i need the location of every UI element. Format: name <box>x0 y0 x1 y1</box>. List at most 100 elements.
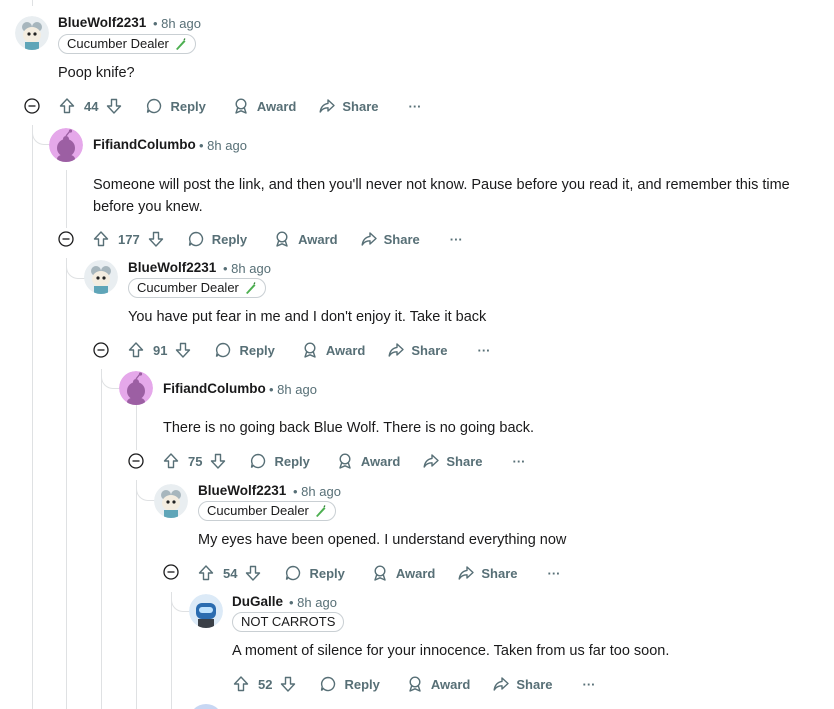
share-button[interactable]: Share <box>422 452 483 470</box>
more-options-icon: ··· <box>408 98 422 114</box>
award-icon <box>339 453 351 469</box>
avatar[interactable] <box>119 371 153 405</box>
award-button[interactable]: Award <box>232 97 296 115</box>
more-options-button[interactable]: ··· <box>450 232 463 247</box>
avatar[interactable] <box>84 260 118 294</box>
reply-button[interactable]: Reply <box>187 230 247 248</box>
more-options-button[interactable]: ··· <box>548 566 561 581</box>
avatar[interactable] <box>189 594 223 628</box>
share-button[interactable]: Share <box>492 675 553 693</box>
user-flair: Cucumber Dealer <box>198 501 336 521</box>
award-label: Award <box>360 453 401 469</box>
award-icon <box>276 231 288 247</box>
avatar[interactable] <box>49 128 83 162</box>
downvote-icon <box>281 676 296 692</box>
avatar[interactable] <box>15 16 49 50</box>
reply-button[interactable]: Reply <box>284 564 345 582</box>
share-button[interactable]: Share <box>387 341 448 359</box>
comment-body: Poop knife? <box>58 65 135 81</box>
username[interactable]: BlueWolf2231 <box>128 260 216 275</box>
share-label: Share <box>481 565 518 581</box>
downvote-button[interactable] <box>174 341 192 359</box>
timestamp[interactable]: • 8h ago <box>269 382 317 397</box>
reply-icon <box>251 453 266 469</box>
award-button[interactable]: Award <box>336 452 401 470</box>
reply-button[interactable]: Reply <box>214 341 275 359</box>
reply-icon <box>286 565 301 581</box>
timestamp[interactable]: • 8h ago <box>289 595 337 610</box>
username[interactable]: BlueWolf2231 <box>58 15 146 30</box>
downvote-button[interactable] <box>105 97 123 115</box>
more-options-icon: ··· <box>582 676 596 692</box>
more-options-button[interactable]: ··· <box>583 677 596 692</box>
share-icon <box>388 343 405 357</box>
thread-rail <box>32 125 33 709</box>
reply-button[interactable]: Reply <box>249 452 310 470</box>
award-icon <box>409 676 421 692</box>
comment-body: There is no going back Blue Wolf. There … <box>163 420 535 436</box>
upvote-button[interactable] <box>162 452 180 470</box>
more-options-button[interactable]: ··· <box>409 99 422 114</box>
downvote-button[interactable] <box>279 675 297 693</box>
reply-label: Reply <box>211 231 248 247</box>
more-options-button[interactable]: ··· <box>478 343 491 358</box>
share-label: Share <box>411 342 448 358</box>
collapse-icon[interactable] <box>58 231 74 247</box>
award-button[interactable]: Award <box>301 341 365 359</box>
downvote-button[interactable] <box>209 452 227 470</box>
avatar[interactable] <box>154 484 188 518</box>
reply-button[interactable]: Reply <box>319 675 380 693</box>
award-button[interactable]: Award <box>371 564 435 582</box>
award-icon <box>235 98 247 114</box>
share-button[interactable]: Share <box>360 230 420 248</box>
collapse-icon[interactable] <box>128 453 144 469</box>
share-icon <box>319 99 336 113</box>
user-flair: Cucumber Dealer <box>58 34 196 54</box>
downvote-icon <box>211 453 226 469</box>
vote-count: 52 <box>258 676 273 692</box>
upvote-icon <box>233 676 249 692</box>
more-options-button[interactable]: ··· <box>513 454 526 469</box>
upvote-icon <box>59 98 75 114</box>
timestamp[interactable]: • 8h ago <box>223 261 271 276</box>
avatar[interactable] <box>189 704 223 709</box>
share-icon <box>493 677 510 691</box>
downvote-button[interactable] <box>147 230 165 248</box>
share-label: Share <box>446 453 483 469</box>
username[interactable]: FifiandColumbo <box>163 381 266 396</box>
upvote-button[interactable] <box>127 341 145 359</box>
username[interactable]: BlueWolf2231 <box>198 483 286 498</box>
reply-icon <box>216 342 231 358</box>
timestamp[interactable]: • 8h ago <box>153 16 201 31</box>
collapse-icon[interactable] <box>163 564 179 580</box>
upvote-button[interactable] <box>92 230 110 248</box>
more-options-icon: ··· <box>449 231 463 247</box>
comment-actions: 44 Reply Award Share ··· <box>58 94 422 118</box>
user-flair: Cucumber Dealer <box>128 278 266 298</box>
award-button[interactable]: Award <box>273 230 338 248</box>
flair-text: Cucumber Dealer <box>67 36 169 51</box>
cucumber-icon <box>245 282 256 294</box>
timestamp[interactable]: • 8h ago <box>293 484 341 499</box>
username[interactable]: DuGalle <box>232 594 283 609</box>
reply-button[interactable]: Reply <box>145 97 206 115</box>
award-label: Award <box>430 676 471 692</box>
collapse-icon[interactable] <box>24 98 40 114</box>
cucumber-icon <box>315 505 326 517</box>
award-button[interactable]: Award <box>406 675 471 693</box>
timestamp[interactable]: • 8h ago <box>199 138 247 153</box>
comment-body: Someone will post the link, and then you… <box>93 177 790 215</box>
flair-text: NOT CARROTS <box>241 614 336 629</box>
username[interactable]: FifiandColumbo <box>93 137 196 152</box>
upvote-button[interactable] <box>58 97 76 115</box>
share-button[interactable]: Share <box>318 97 379 115</box>
upvote-button[interactable] <box>232 675 250 693</box>
vote-count: 75 <box>188 453 203 469</box>
vote-count: 54 <box>223 565 238 581</box>
share-button[interactable]: Share <box>457 564 518 582</box>
award-icon <box>304 342 316 358</box>
downvote-button[interactable] <box>244 564 262 582</box>
collapse-icon[interactable] <box>93 342 109 358</box>
downvote-icon <box>107 98 122 114</box>
upvote-button[interactable] <box>197 564 215 582</box>
